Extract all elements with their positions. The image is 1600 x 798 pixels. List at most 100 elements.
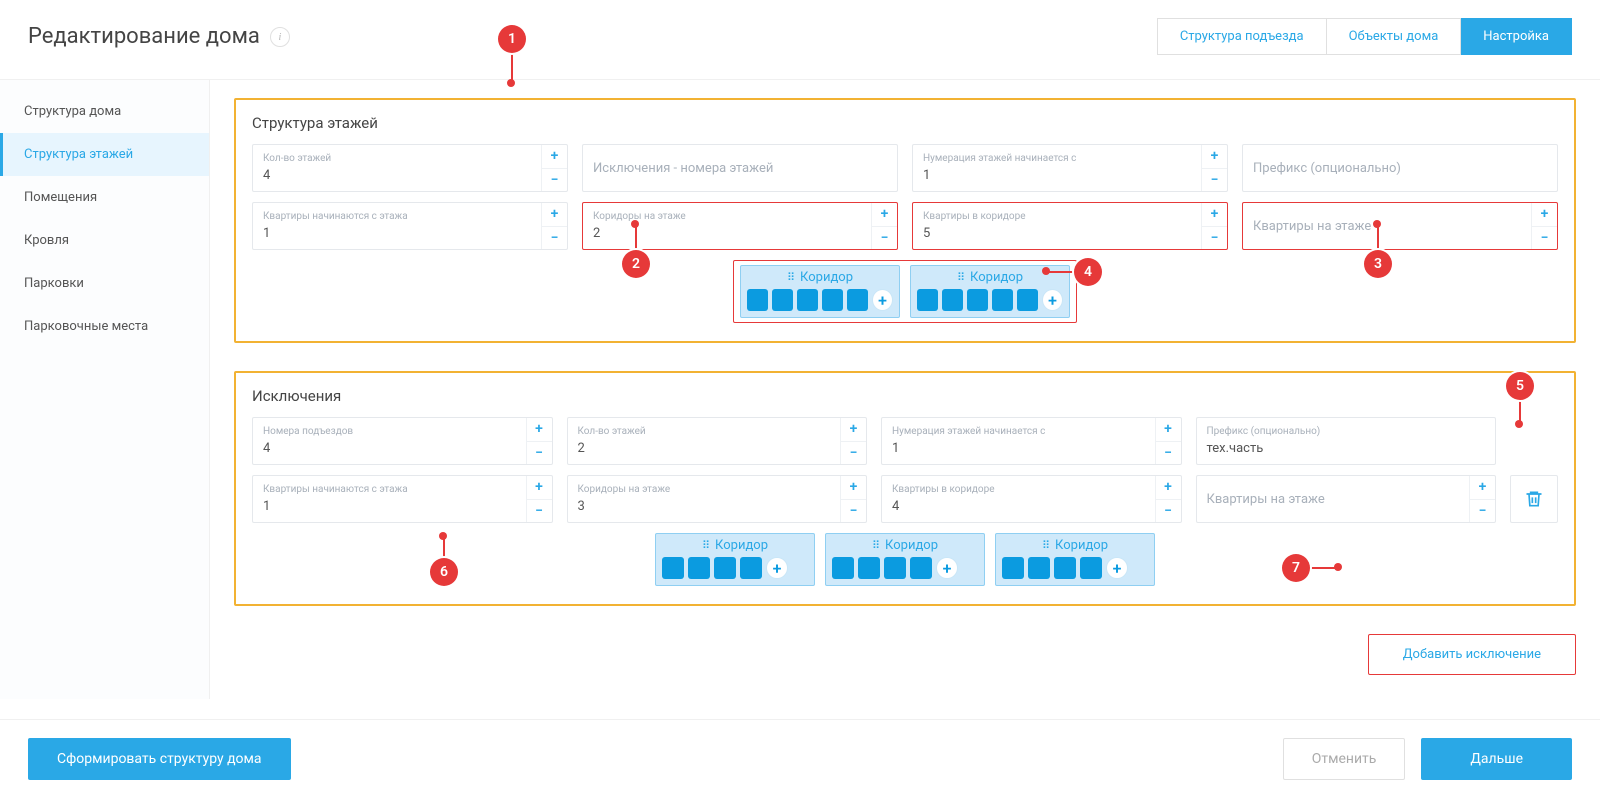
sidebar-item-roof[interactable]: Кровля: [0, 219, 209, 262]
corridor-block[interactable]: ⠿Коридор+: [655, 533, 815, 586]
sidebar-item-house-structure[interactable]: Структура дома: [0, 90, 209, 133]
minus-icon[interactable]: −: [1202, 168, 1227, 192]
room-cell[interactable]: [822, 289, 843, 311]
room-cell[interactable]: [797, 289, 818, 311]
add-room-button[interactable]: +: [872, 289, 893, 311]
room-cell[interactable]: [772, 289, 793, 311]
minus-icon[interactable]: −: [542, 168, 567, 192]
minus-icon[interactable]: −: [1156, 499, 1181, 523]
plus-icon[interactable]: +: [1156, 418, 1181, 441]
room-cell[interactable]: [1054, 557, 1076, 579]
floor-numbering-start-field[interactable]: Нумерация этажей начинается с 1 +−: [912, 144, 1228, 192]
room-cell[interactable]: [1002, 557, 1024, 579]
room-cell[interactable]: [1017, 289, 1038, 311]
minus-icon[interactable]: −: [1532, 226, 1557, 250]
plus-icon[interactable]: +: [841, 476, 866, 499]
drag-handle-icon[interactable]: ⠿: [872, 540, 881, 551]
drag-handle-icon[interactable]: ⠿: [1042, 540, 1051, 551]
tab-structure-entrance[interactable]: Структура подъезда: [1157, 18, 1327, 55]
cancel-button[interactable]: Отменить: [1283, 738, 1406, 780]
minus-icon[interactable]: −: [1202, 226, 1227, 250]
plus-icon[interactable]: +: [1532, 203, 1557, 226]
add-room-button[interactable]: +: [936, 557, 958, 579]
minus-icon[interactable]: −: [1470, 499, 1495, 523]
drag-handle-icon[interactable]: ⠿: [787, 272, 796, 283]
corridor-label: Коридор: [970, 270, 1023, 285]
room-cell[interactable]: [910, 557, 932, 579]
panel-title: Структура этажей: [252, 114, 1558, 132]
floors-count-field[interactable]: Кол-во этажей 2 +−: [567, 417, 868, 465]
corridor-block[interactable]: ⠿Коридор+: [740, 265, 900, 318]
apts-start-floor-field[interactable]: Квартиры начинаются с этажа 1 +−: [252, 202, 568, 250]
plus-icon[interactable]: +: [1156, 476, 1181, 499]
room-cell[interactable]: [1080, 557, 1102, 579]
room-cell[interactable]: [992, 289, 1013, 311]
room-cell[interactable]: [747, 289, 768, 311]
generate-structure-button[interactable]: Сформировать структуру дома: [28, 738, 291, 780]
callout-7-dot: [1334, 563, 1342, 571]
drag-handle-icon[interactable]: ⠿: [957, 272, 966, 283]
plus-icon[interactable]: +: [841, 418, 866, 441]
room-cell[interactable]: [714, 557, 736, 579]
plus-icon[interactable]: +: [542, 203, 567, 226]
plus-icon[interactable]: +: [527, 418, 552, 441]
room-cell[interactable]: [740, 557, 762, 579]
room-cell[interactable]: [662, 557, 684, 579]
corridors-per-floor-field[interactable]: Коридоры на этаже 3 +−: [567, 475, 868, 523]
exclusion-numbers-field[interactable]: Исключения - номера этажей: [582, 144, 898, 192]
room-cell[interactable]: [847, 289, 868, 311]
callout-5-dot: [1515, 420, 1523, 428]
sidebar-item-floor-structure[interactable]: Структура этажей: [0, 133, 209, 176]
plus-icon[interactable]: +: [872, 203, 897, 226]
room-cell[interactable]: [858, 557, 880, 579]
apts-per-corridor-field[interactable]: Квартиры в коридоре 4 +−: [881, 475, 1182, 523]
minus-icon[interactable]: −: [1156, 441, 1181, 465]
minus-icon[interactable]: −: [527, 441, 552, 465]
plus-icon[interactable]: +: [527, 476, 552, 499]
callout-1: 1: [498, 25, 526, 53]
corridor-block[interactable]: ⠿Коридор+: [825, 533, 985, 586]
next-button[interactable]: Дальше: [1421, 738, 1572, 780]
add-room-button[interactable]: +: [1042, 289, 1063, 311]
sidebar-item-rooms[interactable]: Помещения: [0, 176, 209, 219]
prefix-field[interactable]: Префикс (опционально) тех.часть: [1196, 417, 1497, 465]
room-cell[interactable]: [884, 557, 906, 579]
add-room-button[interactable]: +: [766, 557, 788, 579]
add-room-button[interactable]: +: [1106, 557, 1128, 579]
minus-icon[interactable]: −: [841, 441, 866, 465]
minus-icon[interactable]: −: [841, 499, 866, 523]
plus-icon[interactable]: +: [542, 145, 567, 168]
plus-icon[interactable]: +: [1202, 203, 1227, 226]
floor-numbering-start-field[interactable]: Нумерация этажей начинается с 1 +−: [881, 417, 1182, 465]
tab-settings[interactable]: Настройка: [1461, 18, 1572, 55]
page-header: Редактирование дома i Структура подъезда…: [0, 0, 1600, 80]
sidebar-item-parking[interactable]: Парковки: [0, 262, 209, 305]
plus-icon[interactable]: +: [1470, 476, 1495, 499]
corridors-per-floor-field[interactable]: Коридоры на этаже 2 +−: [582, 202, 898, 250]
apts-per-floor-field[interactable]: Квартиры на этаже +−: [1196, 475, 1497, 523]
room-cell[interactable]: [967, 289, 988, 311]
plus-icon[interactable]: +: [1202, 145, 1227, 168]
sidebar-item-parking-spots[interactable]: Парковочные места: [0, 305, 209, 348]
prefix-field[interactable]: Префикс (опционально): [1242, 144, 1558, 192]
room-cell[interactable]: [688, 557, 710, 579]
delete-exception-button[interactable]: [1510, 475, 1558, 523]
drag-handle-icon[interactable]: ⠿: [702, 540, 711, 551]
room-cell[interactable]: [942, 289, 963, 311]
apts-per-corridor-field[interactable]: Квартиры в коридоре 5 +−: [912, 202, 1228, 250]
minus-icon[interactable]: −: [542, 226, 567, 250]
floors-count-field[interactable]: Кол-во этажей 4 +−: [252, 144, 568, 192]
add-exception-button[interactable]: Добавить исключение: [1368, 634, 1576, 675]
minus-icon[interactable]: −: [872, 226, 897, 250]
entrance-numbers-field[interactable]: Номера подъездов 4 +−: [252, 417, 553, 465]
room-cell[interactable]: [917, 289, 938, 311]
apts-start-floor-field[interactable]: Квартиры начинаются с этажа 1 +−: [252, 475, 553, 523]
apts-per-floor-field[interactable]: Квартиры на этаже +−: [1242, 202, 1558, 250]
tab-objects[interactable]: Объекты дома: [1327, 18, 1462, 55]
corridor-block[interactable]: ⠿Коридор+: [995, 533, 1155, 586]
minus-icon[interactable]: −: [527, 499, 552, 523]
room-cell[interactable]: [1028, 557, 1050, 579]
info-icon[interactable]: i: [270, 27, 290, 47]
room-cell[interactable]: [832, 557, 854, 579]
page-title: Редактирование дома i: [28, 24, 290, 49]
